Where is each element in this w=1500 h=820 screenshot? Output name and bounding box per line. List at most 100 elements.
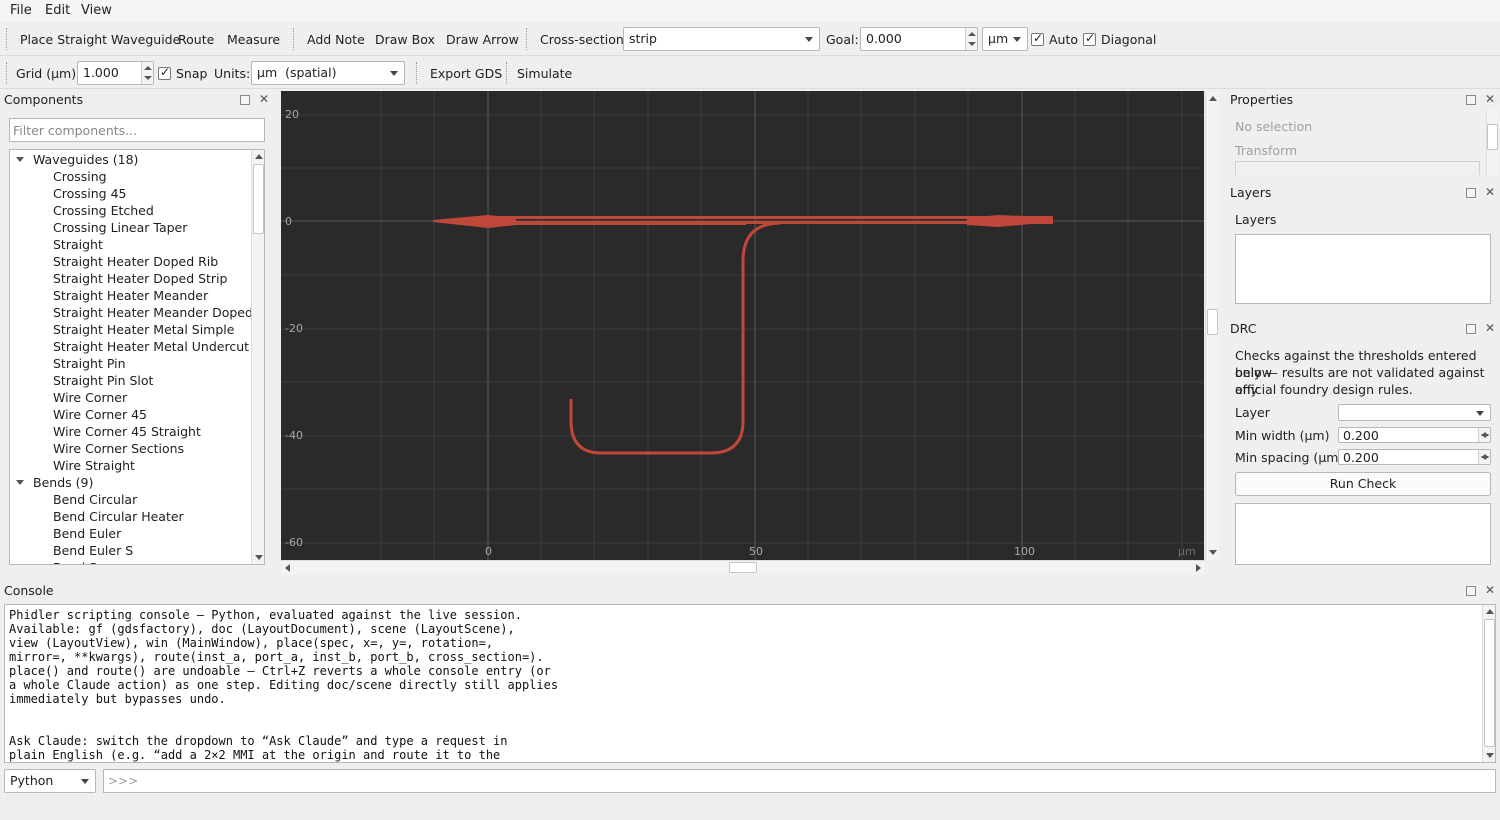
close-icon[interactable]: ✕ bbox=[1485, 186, 1495, 198]
tree-item[interactable]: Crossing Linear Taper bbox=[10, 219, 250, 236]
grid-input[interactable]: 1.000 bbox=[77, 61, 154, 85]
close-icon[interactable]: ✕ bbox=[259, 93, 269, 105]
tree-scrollbar[interactable] bbox=[251, 150, 264, 564]
scroll-thumb[interactable] bbox=[729, 562, 757, 573]
measure-button[interactable]: Measure bbox=[227, 32, 280, 47]
scroll-thumb[interactable] bbox=[1487, 124, 1498, 150]
tree-item[interactable]: Bend Euler bbox=[10, 525, 250, 542]
tree-item[interactable]: Bend S bbox=[10, 559, 250, 564]
menu-edit[interactable]: Edit bbox=[45, 3, 70, 18]
tree-item[interactable]: Straight Pin Slot bbox=[10, 372, 250, 389]
scroll-up-icon[interactable] bbox=[255, 154, 263, 159]
scroll-left-icon[interactable] bbox=[285, 564, 290, 572]
tree-item-label: Straight Heater Metal Undercut bbox=[53, 339, 250, 354]
goal-input[interactable]: 0.000 bbox=[860, 27, 978, 51]
tree-item[interactable]: Crossing Etched bbox=[10, 202, 250, 219]
goal-unit-select[interactable]: µm bbox=[982, 27, 1028, 51]
tree-group-waveguides[interactable]: Waveguides (18) bbox=[10, 151, 250, 168]
tree-item[interactable]: Straight Heater Metal Simple bbox=[10, 321, 250, 338]
run-check-button[interactable]: Run Check bbox=[1235, 472, 1491, 496]
add-note-button[interactable]: Add Note bbox=[307, 32, 365, 47]
console-output[interactable]: Phidler scripting console — Python, eval… bbox=[4, 604, 1496, 763]
tree-item[interactable]: Straight Heater Meander Doped bbox=[10, 304, 253, 321]
float-icon[interactable] bbox=[1466, 188, 1476, 198]
min-spacing-input[interactable]: 0.200 bbox=[1338, 449, 1491, 465]
scroll-up-icon[interactable] bbox=[1486, 609, 1494, 614]
toolbar-handle[interactable] bbox=[6, 62, 7, 84]
cross-section-select[interactable]: strip bbox=[623, 27, 820, 51]
close-icon[interactable]: ✕ bbox=[1485, 93, 1495, 105]
tree-group-bends[interactable]: Bends (9) bbox=[10, 474, 250, 491]
scroll-down-icon[interactable] bbox=[1209, 550, 1217, 555]
auto-label: Auto bbox=[1049, 32, 1079, 47]
expand-arrow-icon[interactable] bbox=[16, 157, 24, 162]
layout-canvas[interactable]: 20 0 -20 -40 -60 0 50 100 µm bbox=[281, 91, 1204, 560]
scroll-up-icon[interactable] bbox=[1209, 96, 1217, 101]
straight-waveguide-shape[interactable] bbox=[488, 216, 1053, 219]
draw-box-button[interactable]: Draw Box bbox=[375, 32, 435, 47]
tree-item[interactable]: Bend Circular bbox=[10, 491, 250, 508]
tree-item[interactable]: Wire Corner bbox=[10, 389, 250, 406]
snap-checkbox[interactable] bbox=[158, 65, 171, 80]
toolbar-separator bbox=[416, 62, 417, 84]
float-icon[interactable] bbox=[1466, 324, 1476, 334]
tree-item[interactable]: Wire Corner Sections bbox=[10, 440, 250, 457]
tree-item-label: Bend Circular Heater bbox=[53, 509, 184, 524]
scroll-thumb[interactable] bbox=[253, 164, 264, 234]
float-icon[interactable] bbox=[240, 95, 250, 105]
float-icon[interactable] bbox=[1466, 95, 1476, 105]
diagonal-checkbox[interactable] bbox=[1083, 31, 1096, 46]
stepper-icon[interactable] bbox=[1478, 450, 1490, 464]
menu-file[interactable]: File bbox=[10, 3, 32, 18]
scroll-down-icon[interactable] bbox=[1486, 753, 1494, 758]
float-icon[interactable] bbox=[1466, 586, 1476, 596]
export-gds-button[interactable]: Export GDS bbox=[430, 66, 502, 81]
tree-item[interactable]: Straight Heater Doped Rib bbox=[10, 253, 250, 270]
draw-arrow-button[interactable]: Draw Arrow bbox=[446, 32, 519, 47]
close-icon[interactable]: ✕ bbox=[1485, 322, 1495, 334]
tree-item[interactable]: Straight Pin bbox=[10, 355, 250, 372]
layers-list[interactable] bbox=[1235, 234, 1491, 304]
stepper-icon[interactable] bbox=[1478, 428, 1490, 442]
tree-item[interactable]: Wire Straight bbox=[10, 457, 250, 474]
stepper-icon[interactable] bbox=[141, 62, 153, 84]
route-path[interactable] bbox=[569, 221, 782, 455]
drc-layer-select[interactable] bbox=[1338, 404, 1491, 421]
tree-item[interactable]: Straight Heater Doped Strip bbox=[10, 270, 250, 287]
scroll-right-icon[interactable] bbox=[1196, 564, 1201, 572]
tree-item[interactable]: Wire Corner 45 bbox=[10, 406, 250, 423]
console-scrollbar[interactable] bbox=[1482, 605, 1495, 762]
properties-scrollbar[interactable] bbox=[1486, 110, 1498, 176]
canvas-hscrollbar[interactable] bbox=[281, 560, 1205, 574]
toolbar-handle[interactable] bbox=[6, 28, 7, 50]
straight-waveguide-shape[interactable] bbox=[488, 221, 746, 225]
scroll-down-icon[interactable] bbox=[255, 555, 263, 560]
min-width-input[interactable]: 0.200 bbox=[1338, 427, 1491, 443]
tree-item[interactable]: Wire Corner 45 Straight bbox=[10, 423, 250, 440]
filter-components-input[interactable]: Filter components... bbox=[9, 118, 265, 142]
canvas-vscrollbar[interactable] bbox=[1205, 91, 1219, 560]
tree-item[interactable]: Straight Heater Meander bbox=[10, 287, 250, 304]
auto-checkbox[interactable] bbox=[1031, 31, 1044, 46]
console-mode-select[interactable]: Python bbox=[4, 769, 96, 793]
tree-item[interactable]: Bend Circular Heater bbox=[10, 508, 250, 525]
simulate-button[interactable]: Simulate bbox=[517, 66, 572, 81]
tree-item[interactable]: Straight Heater Metal Undercut bbox=[10, 338, 250, 355]
tree-item[interactable]: Crossing bbox=[10, 168, 250, 185]
tree-item[interactable]: Crossing 45 bbox=[10, 185, 250, 202]
tree-item[interactable]: Straight bbox=[10, 236, 250, 253]
console-input[interactable]: >>> bbox=[103, 769, 1496, 793]
units-select[interactable]: µm (spatial) bbox=[251, 61, 405, 85]
expand-arrow-icon[interactable] bbox=[16, 480, 24, 485]
place-straight-waveguide-button[interactable]: Place Straight Waveguide bbox=[20, 32, 180, 47]
straight-waveguide-shape[interactable] bbox=[746, 221, 1053, 224]
menu-view[interactable]: View bbox=[81, 3, 112, 18]
route-button[interactable]: Route bbox=[178, 32, 214, 47]
layout-svg[interactable] bbox=[281, 91, 1204, 560]
scroll-thumb[interactable] bbox=[1484, 619, 1495, 747]
close-icon[interactable]: ✕ bbox=[1485, 584, 1495, 596]
stepper-icon[interactable] bbox=[965, 28, 977, 50]
scroll-thumb[interactable] bbox=[1207, 309, 1218, 335]
tree-item[interactable]: Bend Euler S bbox=[10, 542, 250, 559]
waveguide-shapes[interactable] bbox=[433, 215, 1053, 455]
